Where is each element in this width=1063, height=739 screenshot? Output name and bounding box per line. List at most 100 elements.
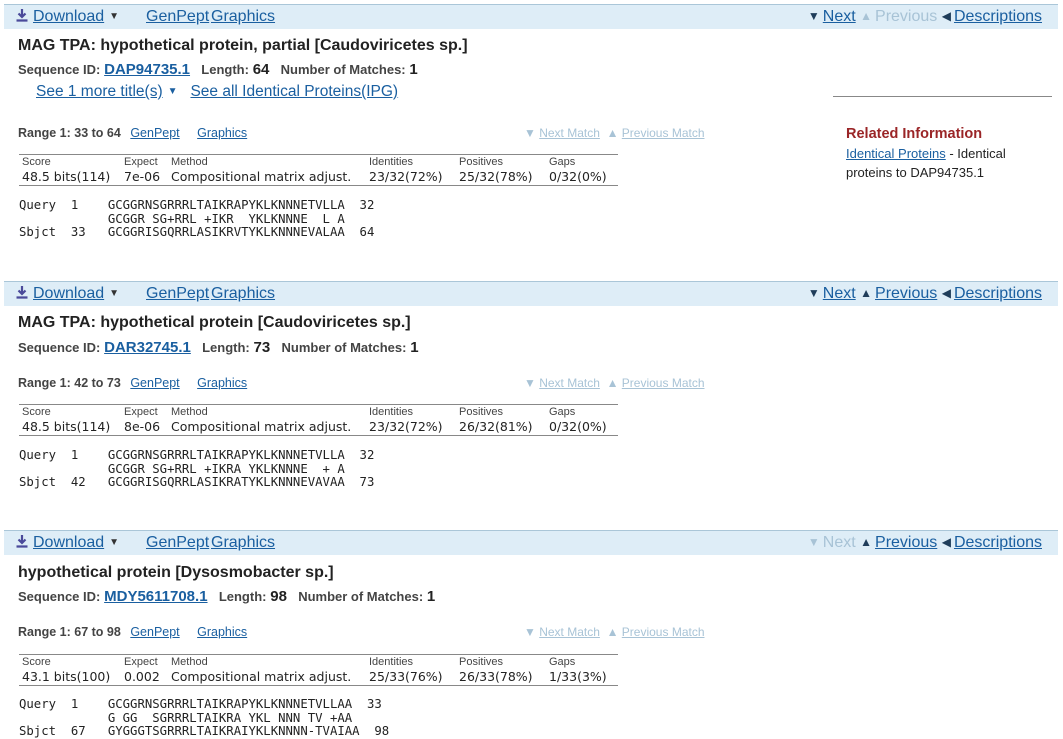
identical-proteins-related-link[interactable]: Identical Proteins	[846, 146, 946, 161]
method-value: Compositional matrix adjust.	[171, 669, 352, 684]
range-graphics-link[interactable]: Graphics	[197, 126, 247, 140]
triangle-up-icon: ▲	[860, 9, 873, 23]
download-icon	[16, 9, 28, 22]
range-row: Range 1: 42 to 73 GenPept Graphics	[18, 376, 247, 390]
next-match-link[interactable]: Next Match	[539, 376, 600, 390]
matches-value: 1	[426, 588, 436, 605]
length-value: 64	[252, 61, 270, 78]
genpept-link[interactable]: GenPept	[146, 8, 209, 26]
match-nav: ▼ Next Match ▲ Previous Match	[524, 126, 705, 140]
hit-meta: Sequence ID: MDY5611708.1 Length: 98 Num…	[18, 588, 436, 605]
download-label: Download	[33, 534, 105, 551]
back-arrow-icon: ◀	[941, 286, 951, 300]
graphics-link[interactable]: Graphics	[211, 534, 275, 552]
hit-title: MAG TPA: hypothetical protein, partial […	[18, 37, 468, 54]
range-genpept-link[interactable]: GenPept	[130, 126, 179, 140]
range-label: Range 1: 67 to 98	[18, 625, 121, 639]
expect-value: 8e-06	[124, 419, 161, 434]
stats-table: Score 48.5 bits(114) Expect 7e-06 Method Co…	[19, 154, 618, 186]
alignment: Query 1 GCGGRNSGRRRLTAIKRAPYKLKNNNETVLLA…	[19, 448, 375, 490]
range-genpept-link[interactable]: GenPept	[130, 625, 179, 639]
download-label: Download	[33, 8, 105, 25]
genpept-link[interactable]: GenPept	[146, 534, 209, 552]
descriptions-link[interactable]: ◀ Descriptions	[942, 8, 1042, 25]
hit-toolbar: Download ▼ GenPept Graphics ▼ Next ▲ Previo…	[4, 281, 1058, 306]
sequence-id-link[interactable]: DAR32745.1	[104, 339, 191, 356]
triangle-down-icon: ▼	[807, 535, 820, 549]
range-row: Range 1: 67 to 98 GenPept Graphics	[18, 625, 247, 639]
match-nav: ▼ Next Match ▲ Previous Match	[524, 625, 705, 639]
score-value: 48.5 bits(114)	[22, 419, 111, 434]
previous-link[interactable]: ▲ Previous	[860, 8, 937, 25]
method-value: Compositional matrix adjust.	[171, 169, 352, 184]
identities-value: 23/32(72%)	[369, 169, 443, 184]
identities-value: 23/32(72%)	[369, 419, 443, 434]
gaps-value: 0/32(0%)	[549, 419, 607, 434]
sequence-id-link[interactable]: MDY5611708.1	[104, 588, 207, 605]
next-link[interactable]: ▼ Next	[808, 285, 856, 302]
triangle-up-icon: ▲	[860, 286, 873, 300]
hit-nav: ▼ Next ▲ Previous ◀ Descriptions	[808, 8, 1042, 26]
score-value: 48.5 bits(114)	[22, 169, 111, 184]
length-value: 98	[270, 588, 287, 605]
next-match-link[interactable]: Next Match	[539, 625, 600, 639]
identities-value: 25/33(76%)	[369, 669, 443, 684]
related-heading: Related Information	[846, 126, 983, 142]
graphics-link[interactable]: Graphics	[211, 8, 275, 26]
more-titles-link[interactable]: See 1 more title(s)	[36, 83, 163, 100]
stats-table: Score 43.1 bits(100) Expect 0.002 Method Co…	[19, 654, 618, 686]
previous-match-link[interactable]: Previous Match	[622, 625, 705, 639]
gaps-value: 0/32(0%)	[549, 169, 607, 184]
hit-nav: ▼ Next ▲ Previous ◀ Descriptions	[808, 534, 1042, 552]
hit-meta: Sequence ID: DAP94735.1 Length: 64 Numbe…	[18, 61, 418, 78]
previous-match-link[interactable]: Previous Match	[622, 126, 705, 140]
chevron-down-icon: ▼	[167, 86, 178, 97]
chevron-down-icon: ▼	[109, 11, 120, 22]
previous-link[interactable]: ▲ Previous	[860, 285, 937, 302]
positives-value: 26/33(78%)	[459, 669, 533, 684]
range-row: Range 1: 33 to 64 GenPept Graphics	[18, 126, 247, 140]
gaps-value: 1/33(3%)	[549, 669, 607, 684]
range-genpept-link[interactable]: GenPept	[130, 376, 179, 390]
hit-title: MAG TPA: hypothetical protein [Caudoviri…	[18, 314, 411, 331]
range-graphics-link[interactable]: Graphics	[197, 625, 247, 639]
length-value: 73	[253, 339, 271, 356]
sequence-id-link[interactable]: DAP94735.1	[104, 61, 190, 78]
triangle-down-icon: ▼	[807, 286, 820, 300]
stats-table: Score 48.5 bits(114) Expect 8e-06 Method Co…	[19, 404, 618, 436]
previous-link[interactable]: ▲ Previous	[860, 534, 937, 551]
method-value: Compositional matrix adjust.	[171, 419, 352, 434]
score-value: 43.1 bits(100)	[22, 669, 111, 684]
range-label: Range 1: 42 to 73	[18, 376, 121, 390]
download-icon	[16, 535, 28, 548]
positives-value: 26/32(81%)	[459, 419, 533, 434]
hit-meta: Sequence ID: DAR32745.1 Length: 73 Numbe…	[18, 339, 419, 356]
expect-value: 7e-06	[124, 169, 161, 184]
hit-title: hypothetical protein [Dysosmobacter sp.]	[18, 564, 334, 581]
genpept-link[interactable]: GenPept	[146, 285, 209, 303]
descriptions-link[interactable]: ◀ Descriptions	[942, 285, 1042, 302]
download-icon	[16, 286, 28, 299]
hit-toolbar: Download ▼ GenPept Graphics ▼ Next ▲ Previo…	[4, 530, 1058, 555]
range-label: Range 1: 33 to 64	[18, 126, 121, 140]
chevron-down-icon: ▼	[109, 537, 120, 548]
graphics-link[interactable]: Graphics	[211, 285, 275, 303]
hit-nav: ▼ Next ▲ Previous ◀ Descriptions	[808, 285, 1042, 303]
expect-value: 0.002	[124, 669, 160, 684]
download-button[interactable]: Download ▼	[15, 8, 119, 26]
range-graphics-link[interactable]: Graphics	[197, 376, 247, 390]
identical-proteins-link[interactable]: See all Identical Proteins(IPG)	[190, 83, 398, 100]
next-match-link[interactable]: Next Match	[539, 126, 600, 140]
back-arrow-icon: ◀	[941, 9, 951, 23]
descriptions-link[interactable]: ◀ Descriptions	[942, 534, 1042, 551]
next-link[interactable]: ▼ Next	[808, 534, 856, 551]
download-button[interactable]: Download ▼	[15, 285, 119, 303]
previous-match-link[interactable]: Previous Match	[622, 376, 705, 390]
match-nav: ▼ Next Match ▲ Previous Match	[524, 376, 705, 390]
alignment: Query 1 GCGGRNSGRRRLTAIKRAPYKLKNNNETVLLA…	[19, 697, 390, 739]
back-arrow-icon: ◀	[941, 535, 951, 549]
download-button[interactable]: Download ▼	[15, 534, 119, 552]
next-link[interactable]: ▼ Next	[808, 8, 856, 25]
hit-toolbar: Download ▼ GenPept Graphics ▼ Next ▲ Previo…	[4, 4, 1058, 29]
matches-value: 1	[409, 61, 418, 78]
